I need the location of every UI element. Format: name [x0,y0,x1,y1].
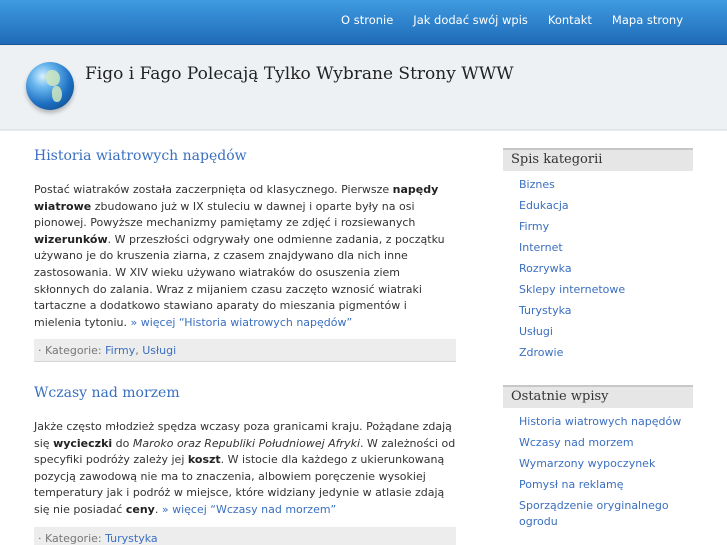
sidebar-recent-posts: Ostatnie wpisy Historia wiatrowych napęd… [503,385,693,535]
post-article-2: Wczasy nad morzem Jakże często młodzież … [34,385,456,545]
categories-label: · Kategorie: [38,344,102,358]
post-title-1[interactable]: Historia wiatrowych napędów [34,148,456,164]
nav-link-contact[interactable]: Kontakt [538,13,602,27]
post-article-1: Historia wiatrowych napędów Postać wiatr… [34,148,456,363]
post-body-1: Postać wiatraków została zaczerpnięta od… [34,183,445,329]
bold-keyword: koszt [187,453,221,467]
bold-keyword: napędy wiatrowe [34,183,439,213]
category-item[interactable]: Internet [519,240,693,256]
top-navigation-bar: O stronie Jak dodać swój wpis Kontakt Ma… [0,0,727,45]
post-meta-2: · Kategorie: Turystyka [34,526,456,545]
category-item[interactable]: Usługi [519,324,693,340]
read-more-link[interactable]: » więcej “Historia wiatrowych napędów” [131,316,353,329]
bold-keyword: wycieczki [53,436,113,450]
category-item[interactable]: Sklepy internetowe [519,282,693,298]
category-item[interactable]: Zdrowie [519,345,693,361]
recent-posts-list: Historia wiatrowych napędów Wczasy nad m… [503,408,693,530]
post-title-2[interactable]: Wczasy nad morzem [34,385,456,401]
category-link-uslugi[interactable]: Usługi [142,344,176,357]
category-list: Biznes Edukacja Firmy Internet Rozrywka … [503,171,693,361]
recent-post-item[interactable]: Sporządzenie oryginalnego ogrodu [519,498,693,530]
top-menu: O stronie Jak dodać swój wpis Kontakt Ma… [331,13,693,27]
category-item[interactable]: Turystyka [519,303,693,319]
bold-keyword: ceny [125,502,155,516]
category-link-turystyka[interactable]: Turystyka [105,532,158,545]
post-body-2: Jakże często młodzież spędza wczasy poza… [34,420,456,516]
recent-post-item[interactable]: Pomysł na reklamę [519,477,693,493]
post-meta-1: · Kategorie: Firmy, Usługi [34,339,456,363]
recent-post-item[interactable]: Wymarzony wypoczynek [519,456,693,472]
sidebar-categories: Spis kategorii Biznes Edukacja Firmy Int… [503,148,693,366]
globe-logo-icon[interactable] [26,62,74,110]
category-item[interactable]: Firmy [519,219,693,235]
read-more-link[interactable]: » więcej “Wczasy nad morzem” [162,503,336,516]
recent-post-item[interactable]: Wczasy nad morzem [519,435,693,451]
nav-link-sitemap[interactable]: Mapa strony [602,13,693,27]
recent-post-item[interactable]: Historia wiatrowych napędów [519,414,693,430]
bold-keyword: wizerunków [34,232,108,246]
category-item[interactable]: Biznes [519,177,693,193]
category-link-firmy[interactable]: Firmy [105,344,135,357]
categories-label: · Kategorie: [38,531,102,545]
sidebar-recent-title: Ostatnie wpisy [503,385,693,408]
italic-text: Maroko oraz Republiki Południowej Afryki [132,436,361,450]
nav-link-add-entry[interactable]: Jak dodać swój wpis [403,13,538,27]
sidebar-categories-title: Spis kategorii [503,148,693,171]
site-title[interactable]: Figo i Fago Polecają Tylko Wybrane Stron… [85,64,514,84]
site-header [0,46,727,130]
category-item[interactable]: Edukacja [519,198,693,214]
nav-link-about[interactable]: O stronie [331,13,403,27]
category-item[interactable]: Rozrywka [519,261,693,277]
